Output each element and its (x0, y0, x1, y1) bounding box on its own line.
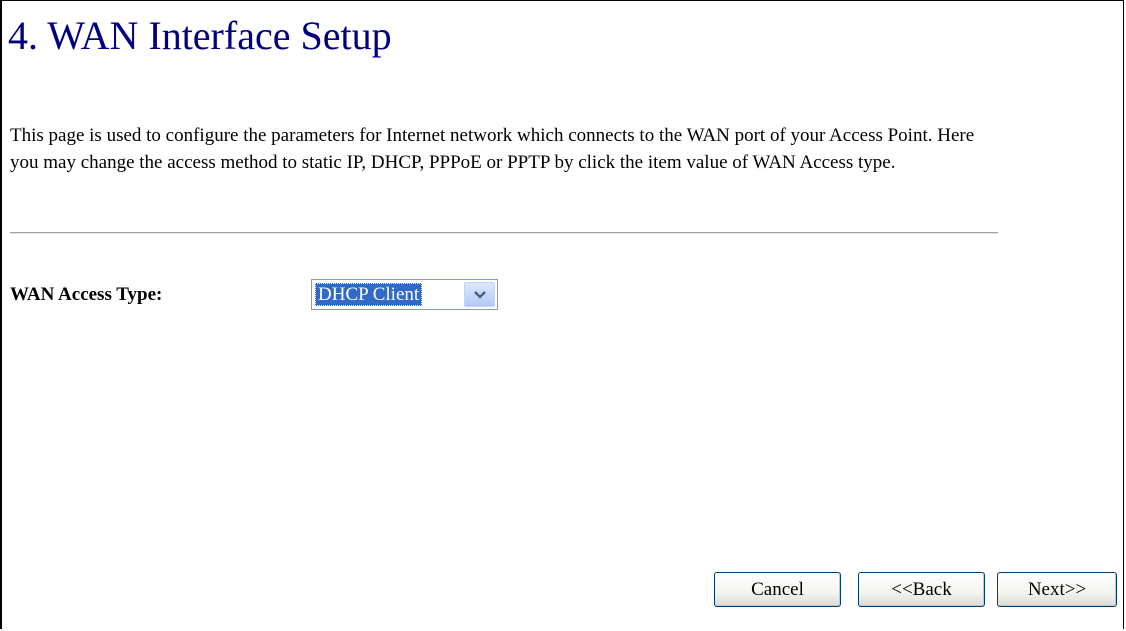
back-button[interactable]: <<Back (858, 572, 985, 607)
divider (10, 232, 998, 234)
page-description: This page is used to configure the param… (10, 125, 975, 173)
next-button[interactable]: Next>> (997, 572, 1117, 607)
cancel-button[interactable]: Cancel (714, 572, 841, 607)
wan-access-type-selected-value: DHCP Client (315, 283, 423, 306)
page-title: 4. WAN Interface Setup (8, 13, 392, 58)
page-frame (0, 0, 1124, 629)
wan-access-type-select[interactable]: DHCP Client (311, 279, 498, 310)
chevron-down-icon (474, 291, 486, 299)
wan-access-type-label: WAN Access Type: (10, 284, 163, 305)
dropdown-arrow-button[interactable] (464, 282, 495, 307)
